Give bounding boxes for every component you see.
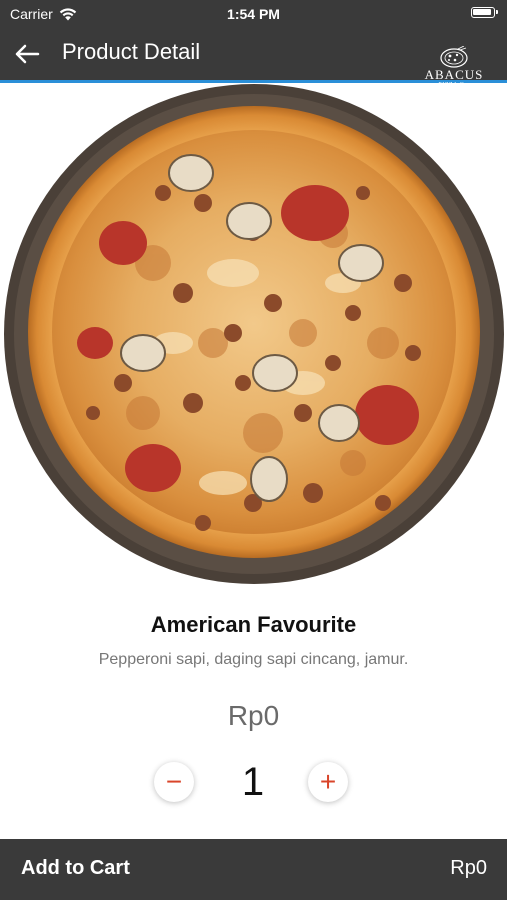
pizza-illustration [4,84,504,584]
product-price: Rp0 [227,700,280,731]
add-to-cart-label: Add to Cart [21,857,130,879]
increase-quantity-button[interactable]: + [308,762,348,802]
pizza-logo-icon [440,46,468,68]
product-image [3,83,505,585]
status-bar: Carrier 1:54 PM [0,0,507,28]
add-to-cart-button[interactable]: Add to Cart Rp0 [0,839,507,900]
status-time: 1:54 PM [227,6,280,22]
product-detail-screen: Carrier 1:54 PM Product Detail ABACUS PI… [0,0,507,900]
back-arrow-icon[interactable] [12,39,42,69]
battery-icon [471,7,498,18]
page-title: Product Detail [62,39,201,64]
quantity-stepper: − 1 + [0,758,507,806]
cart-total: Rp0 [450,857,487,879]
brand-name: ABACUS [424,67,484,82]
product-name: American Favourite [150,612,357,637]
quantity-value: 1 [241,760,265,804]
navigation-bar: Product Detail ABACUS PIZZA Co. [0,28,507,88]
product-description: Pepperoni sapi, daging sapi cincang, jam… [98,651,409,668]
decrease-quantity-button[interactable]: − [154,762,194,802]
